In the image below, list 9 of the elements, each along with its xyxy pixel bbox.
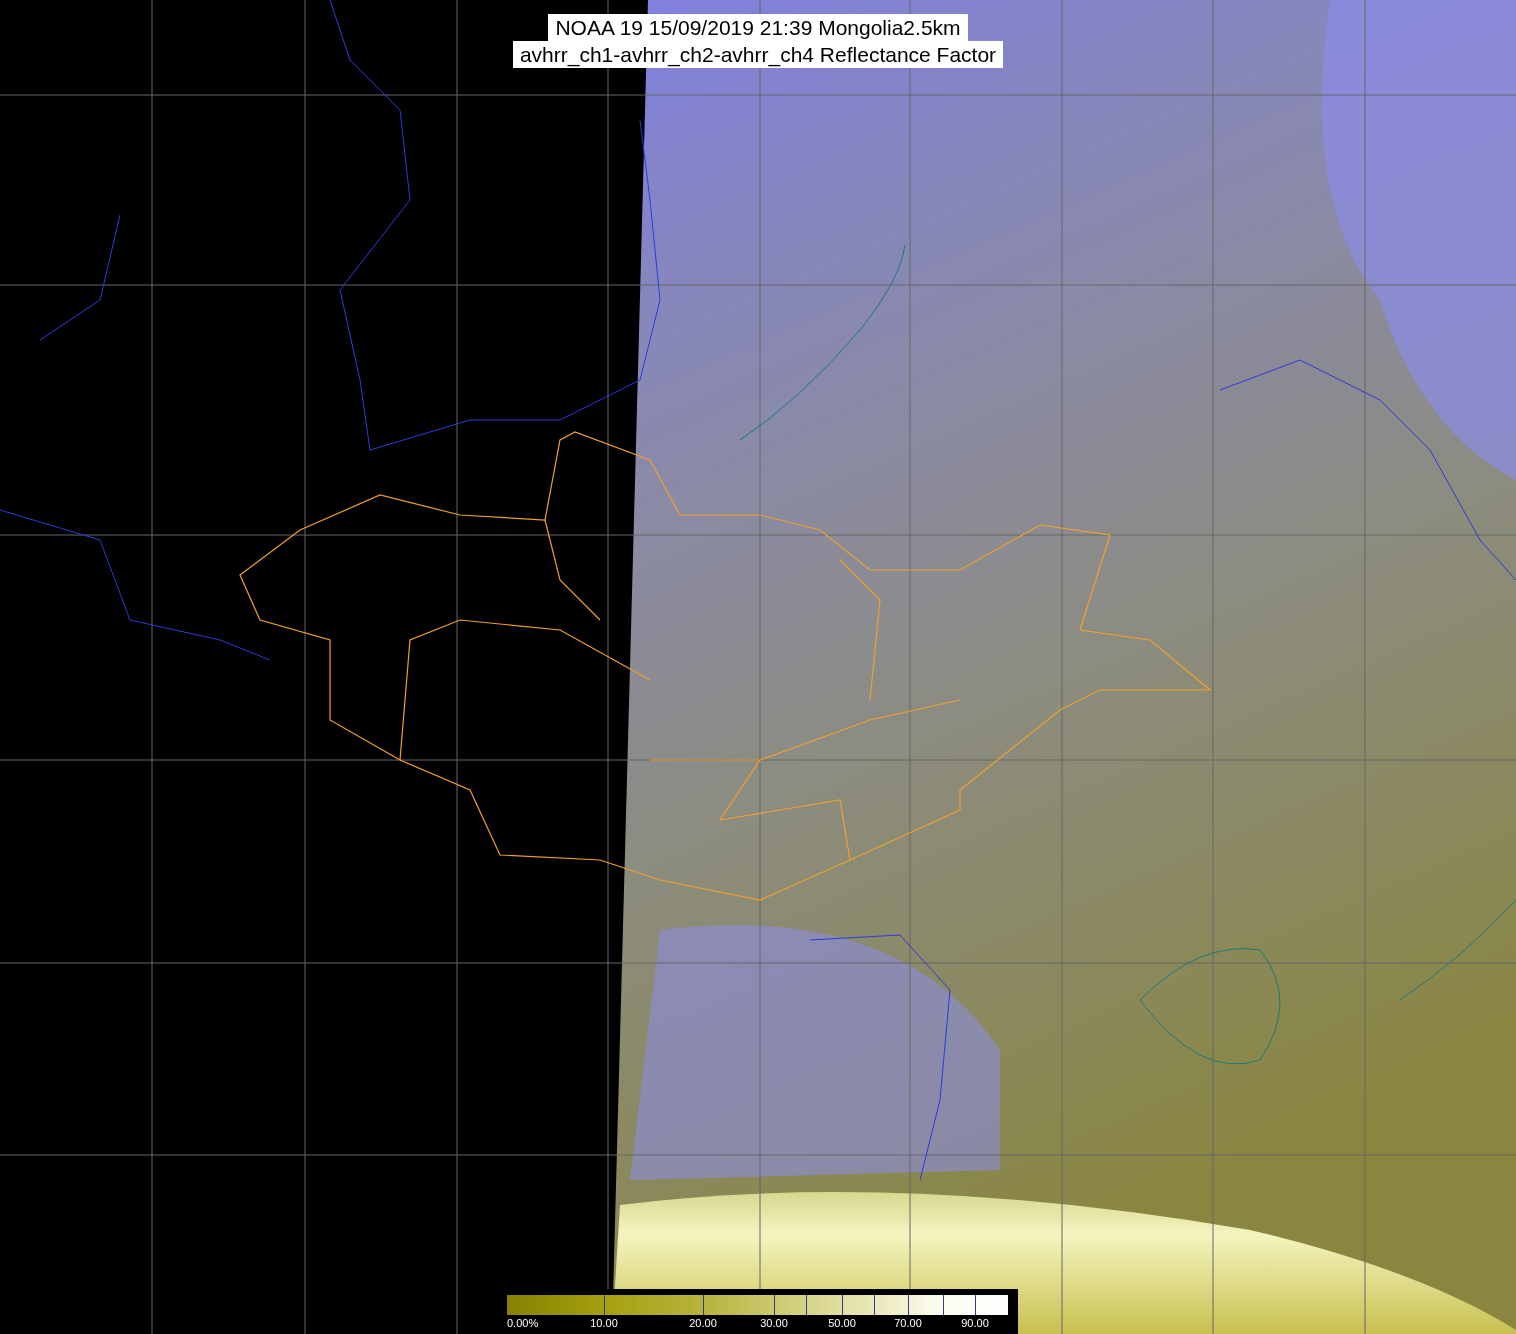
map-title: NOAA 19 15/09/2019 21:39 Mongolia2.5km bbox=[548, 14, 968, 41]
scale-label: 10.00 bbox=[590, 1317, 618, 1329]
scale-label: 90.00 bbox=[961, 1317, 989, 1329]
scale-label: 20.00 bbox=[689, 1317, 717, 1329]
scale-label: 50.00 bbox=[828, 1317, 856, 1329]
scale-label: 0.00% bbox=[507, 1317, 539, 1329]
map-title: avhrr_ch1-avhrr_ch2-avhrr_ch4 Reflectance Factor bbox=[512, 41, 1004, 68]
scale-label: 70.00 bbox=[894, 1317, 922, 1329]
scale-label: 30.00 bbox=[760, 1317, 788, 1329]
